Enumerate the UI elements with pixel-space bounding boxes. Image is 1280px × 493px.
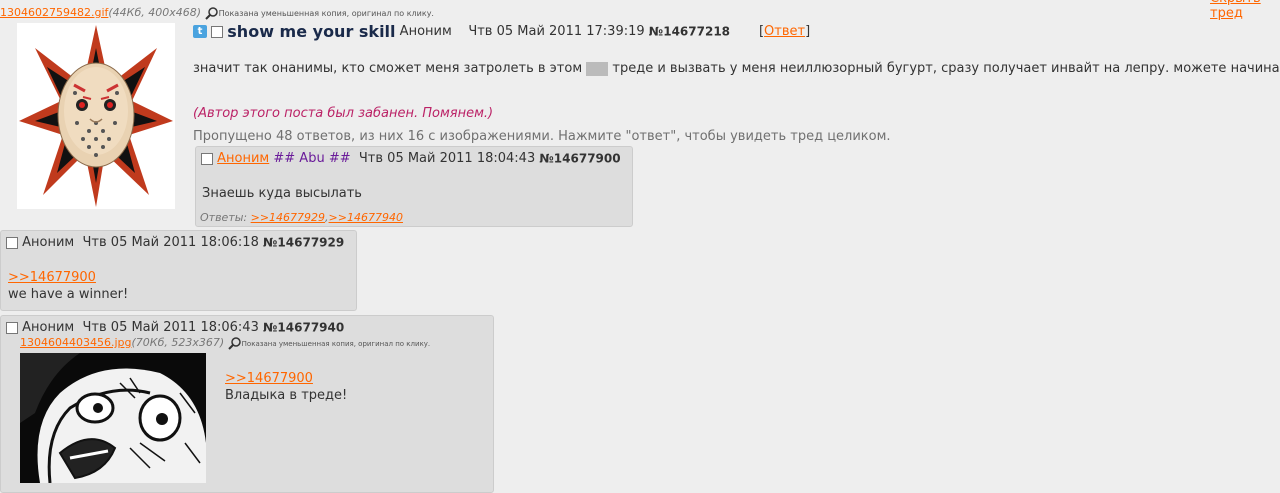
- post-checkbox[interactable]: [201, 152, 213, 165]
- op-thumbnail: [19, 25, 173, 207]
- op-file-meta: (44Кб, 400x468): [108, 6, 202, 19]
- post-header: Аноним Чтв 05 Май 2011 18:06:18 №1467792…: [6, 235, 344, 250]
- reply-link-14677929[interactable]: >>14677929: [251, 211, 325, 224]
- post-text: Владыка в треде!: [225, 388, 348, 403]
- post-number[interactable]: №14677929: [263, 236, 344, 250]
- reply-link-14677940[interactable]: >>14677940: [329, 211, 403, 224]
- post-file-meta: (70Кб, 523x367): [131, 336, 225, 349]
- op-header: t show me your skill Аноним Чтв 05 Май 2…: [193, 22, 810, 41]
- op-message: значит так онанимы, кто сможет меня затр…: [193, 61, 1280, 76]
- hide-thread-link[interactable]: Скрыть тред: [1210, 0, 1280, 21]
- magnifier-icon: [227, 337, 241, 350]
- post-name: Аноним: [22, 320, 75, 335]
- post-date: Чтв 05 Май 2011 18:06:18: [82, 235, 259, 250]
- post-name: Аноним: [22, 235, 75, 250]
- op-text-after: треде и вызвать у меня неиллюзорный бугу…: [612, 61, 1280, 76]
- reply-post-14677940: Аноним Чтв 05 Май 2011 18:06:43 №1467794…: [0, 315, 494, 493]
- post-name-link[interactable]: Аноним: [217, 151, 269, 166]
- op-checkbox[interactable]: [211, 25, 224, 38]
- post-file-info: 1304604403456.jpg(70Кб, 523x367) Показан…: [20, 336, 430, 350]
- post-checkbox[interactable]: [6, 236, 18, 249]
- post-number[interactable]: №14677900: [539, 152, 620, 166]
- replies-label: Ответы:: [200, 211, 248, 224]
- post-date: Чтв 05 Май 2011 18:04:43: [358, 151, 536, 166]
- spoiler-block[interactable]: [586, 61, 609, 76]
- post-checkbox[interactable]: [6, 321, 18, 334]
- post-header: Аноним Чтв 05 Май 2011 18:06:43 №1467794…: [6, 320, 344, 335]
- op-ban-note: (Автор этого поста был забанен. Помянем.…: [193, 106, 494, 121]
- omitted-posts-note: Пропущено 48 ответов, из них 16 с изобра…: [193, 129, 891, 144]
- op-name: Аноним: [399, 24, 452, 39]
- op-number[interactable]: №14677218: [649, 25, 730, 39]
- post-quote-link[interactable]: >>14677900: [8, 270, 96, 285]
- op-title: show me your skill: [227, 22, 396, 41]
- post-quote-link[interactable]: >>14677900: [225, 371, 313, 386]
- post-file-link[interactable]: 1304604403456.jpg: [20, 336, 132, 349]
- reply-post-14677900: Аноним ## Abu ## Чтв 05 Май 2011 18:04:4…: [195, 146, 633, 227]
- op-reply-link[interactable]: Ответ: [764, 24, 805, 39]
- post-number[interactable]: №14677940: [263, 321, 344, 335]
- post-date: Чтв 05 Май 2011 18:06:43: [82, 320, 259, 335]
- post-file-note: Показана уменьшенная копия, оригинал по …: [241, 340, 431, 348]
- op-file-info: 1304602759482.gif(44Кб, 400x468) Показан…: [0, 6, 434, 20]
- post-text: Знаешь куда высылать: [202, 186, 362, 201]
- post-text: we have a winner!: [8, 287, 129, 302]
- reply-post-14677929: Аноним Чтв 05 Май 2011 18:06:18 №1467792…: [0, 230, 357, 311]
- op-date: Чтв 05 Май 2011 17:39:19: [468, 24, 645, 39]
- op-text-before: значит так онанимы, кто сможет меня затр…: [193, 61, 583, 76]
- twitter-icon[interactable]: t: [193, 25, 207, 38]
- op-file-note: Показана уменьшенная копия, оригинал по …: [218, 9, 434, 18]
- magnifier-icon: [204, 7, 218, 20]
- post-replies: Ответы: >>14677929,>>14677940: [200, 211, 403, 224]
- rage-face-thumbnail: [20, 353, 206, 483]
- post-trip: ## Abu ##: [273, 151, 351, 166]
- op-reply-close: ]: [805, 24, 811, 39]
- op-file-link[interactable]: 1304602759482.gif: [0, 6, 108, 19]
- op-image[interactable]: [17, 23, 175, 209]
- post-header: Аноним ## Abu ## Чтв 05 Май 2011 18:04:4…: [201, 151, 621, 166]
- post-image[interactable]: [20, 353, 206, 483]
